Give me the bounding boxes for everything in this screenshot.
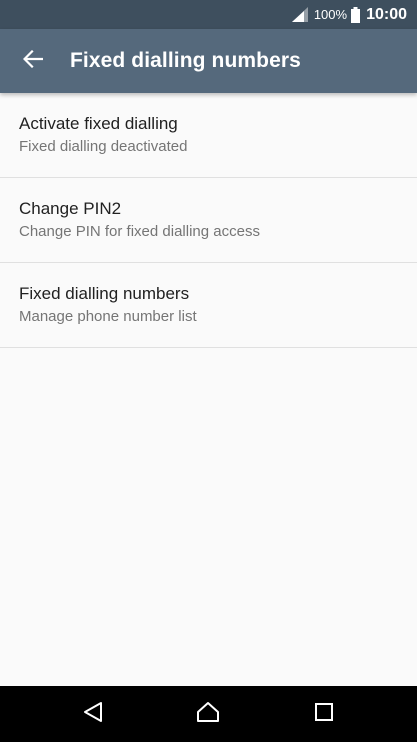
list-item-title: Fixed dialling numbers xyxy=(19,284,190,303)
nav-home-icon xyxy=(196,701,220,728)
nav-home-button[interactable] xyxy=(194,700,222,728)
status-bar: 100% 10:00 xyxy=(0,0,417,29)
list-item-title: Activate fixed dialling xyxy=(19,114,178,133)
list-item-fixed-dialling-numbers[interactable]: Fixed dialling numbers Manage phone numb… xyxy=(0,263,417,348)
page-title: Fixed dialling numbers xyxy=(70,49,301,72)
battery-icon xyxy=(351,6,361,23)
nav-recents-button[interactable] xyxy=(310,700,338,728)
signal-icon xyxy=(291,7,308,22)
app-bar: Fixed dialling numbers xyxy=(0,29,417,93)
nav-recents-icon xyxy=(314,702,334,727)
list-item-subtitle: Manage phone number list xyxy=(19,308,197,325)
list-item-subtitle: Fixed dialling deactivated xyxy=(19,138,188,155)
arrow-back-icon xyxy=(22,49,44,73)
list-item-title: Change PIN2 xyxy=(19,199,122,218)
nav-back-icon xyxy=(82,701,104,728)
navigation-bar xyxy=(0,686,417,742)
back-button[interactable] xyxy=(17,45,49,77)
list-item-subtitle: Change PIN for fixed dialling access xyxy=(19,223,260,240)
settings-list: Activate fixed dialling Fixed dialling d… xyxy=(0,93,417,348)
list-item-activate-fixed-dialling[interactable]: Activate fixed dialling Fixed dialling d… xyxy=(0,93,417,178)
list-item-change-pin2[interactable]: Change PIN2 Change PIN for fixed diallin… xyxy=(0,178,417,263)
battery-percent: 100% xyxy=(313,7,348,22)
nav-back-button[interactable] xyxy=(79,700,107,728)
clock: 10:00 xyxy=(366,5,407,23)
